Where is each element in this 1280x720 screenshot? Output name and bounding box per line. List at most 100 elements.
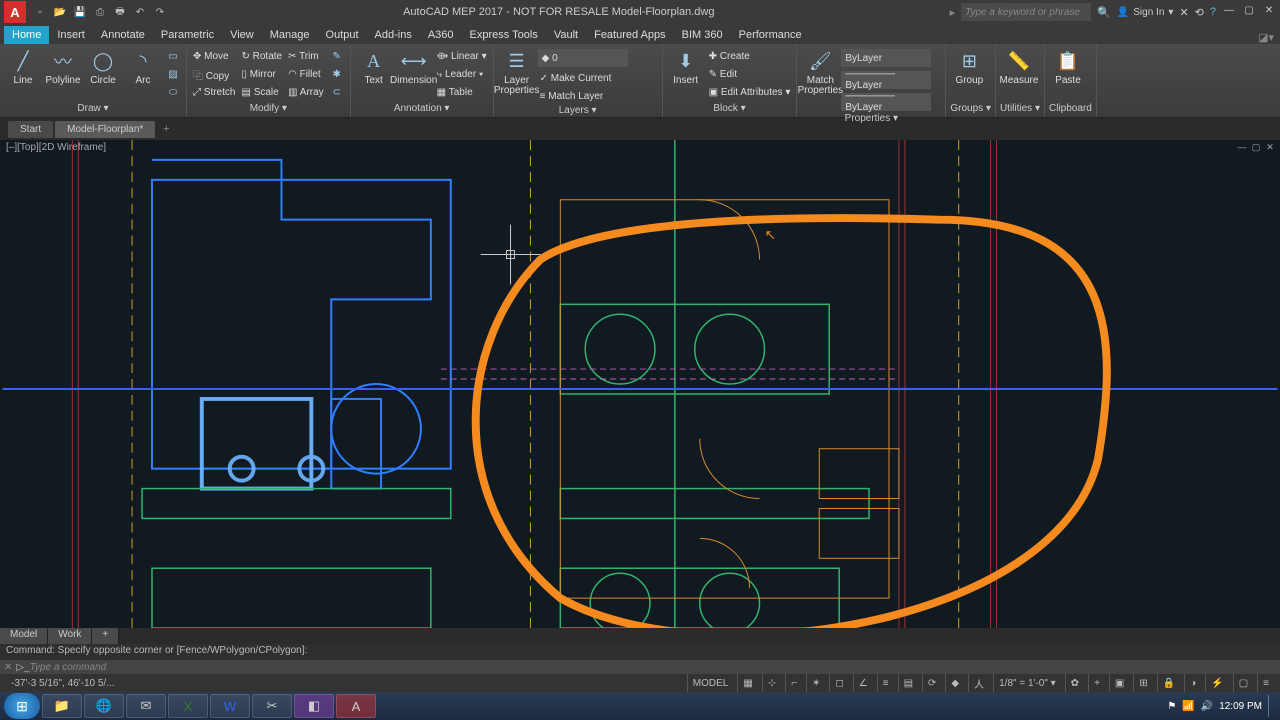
3dosnap-icon[interactable]: ◆ <box>945 674 964 692</box>
layout-tab-model[interactable]: Model <box>0 628 48 644</box>
signin-button[interactable]: 👤Sign In▾ <box>1117 7 1174 18</box>
arc-button[interactable]: ◝Arc <box>124 46 162 86</box>
close-cmd-icon[interactable]: ✕ <box>4 662 12 673</box>
otrack-icon[interactable]: ∠ <box>853 674 873 692</box>
panel-title-layers[interactable]: Layers ▾ <box>498 104 658 117</box>
taskbar-outlook[interactable]: ✉ <box>126 694 166 718</box>
taskbar-explorer[interactable]: 📁 <box>42 694 82 718</box>
line-button[interactable]: ╱Line <box>4 46 42 86</box>
text-button[interactable]: AText <box>355 46 393 86</box>
match-layer-button[interactable]: ≡ Match Layer <box>538 88 658 104</box>
leader-button[interactable]: ⤷ Leader ▾ <box>435 66 489 82</box>
layer-selector[interactable]: ◆ 0 <box>538 49 628 67</box>
ortho-icon[interactable]: ⌐ <box>785 674 802 692</box>
workspace-icon[interactable]: ✿ <box>1065 674 1084 692</box>
tray-volume-icon[interactable]: 🔊 <box>1201 701 1213 712</box>
tab-express[interactable]: Express Tools <box>462 26 546 44</box>
qat-saveas-icon[interactable]: ⎙ <box>92 4 108 20</box>
vp-min-icon[interactable]: — <box>1236 142 1248 154</box>
taskbar-app1[interactable]: ◧ <box>294 694 334 718</box>
taskbar-word[interactable]: W <box>210 694 250 718</box>
circle-button[interactable]: ◯Circle <box>84 46 122 86</box>
tab-manage[interactable]: Manage <box>262 26 318 44</box>
qat-save-icon[interactable]: 💾 <box>72 4 88 20</box>
osnap-icon[interactable]: ◻ <box>829 674 848 692</box>
tab-home[interactable]: Home <box>4 26 49 44</box>
tab-addins[interactable]: Add-ins <box>367 26 420 44</box>
taskbar-snip[interactable]: ✂ <box>252 694 292 718</box>
trim-button[interactable]: ✂ Trim <box>286 48 326 64</box>
scale-button[interactable]: ▤ Scale <box>239 84 284 100</box>
view-label[interactable]: [‒][Top][2D Wireframe] <box>6 142 106 153</box>
infocenter-chevron-icon[interactable]: ▸ <box>950 6 956 19</box>
tab-featured[interactable]: Featured Apps <box>586 26 674 44</box>
layout-tab-add[interactable]: + <box>92 628 119 644</box>
tab-insert[interactable]: Insert <box>49 26 93 44</box>
dyn-ucs-icon[interactable]: 人 <box>968 674 989 692</box>
dimension-button[interactable]: ⟷Dimension <box>395 46 433 86</box>
annotation-monitor-icon[interactable]: + <box>1088 674 1105 692</box>
fillet-button[interactable]: ◠ Fillet <box>286 66 326 82</box>
panel-title-modify[interactable]: Modify ▾ <box>191 102 346 115</box>
qat-new-icon[interactable]: ▫ <box>32 4 48 20</box>
model-space-button[interactable]: MODEL <box>687 674 734 692</box>
panel-title-clipboard[interactable]: Clipboard <box>1049 102 1092 115</box>
quick-props-icon[interactable]: ⊞ <box>1133 674 1152 692</box>
vp-max-icon[interactable]: ▢ <box>1250 142 1262 154</box>
rectangle-button[interactable]: ▭ <box>164 48 182 64</box>
help-icon[interactable]: ? <box>1210 6 1216 18</box>
cycling-icon[interactable]: ⟳ <box>922 674 941 692</box>
units-icon[interactable]: ▣ <box>1109 674 1129 692</box>
grid-icon[interactable]: ▦ <box>737 674 757 692</box>
rotate-button[interactable]: ↻ Rotate <box>239 48 284 64</box>
insert-button[interactable]: ⬇Insert <box>667 46 705 86</box>
tab-parametric[interactable]: Parametric <box>153 26 222 44</box>
drawing-area[interactable]: [‒][Top][2D Wireframe] — ▢ ✕ <box>0 140 1280 628</box>
qat-undo-icon[interactable]: ↶ <box>132 4 148 20</box>
annotation-scale[interactable]: 1/8" = 1'-0" ▾ <box>993 674 1061 692</box>
linear-button[interactable]: ⟴ Linear ▾ <box>435 48 489 64</box>
table-button[interactable]: ▦ Table <box>435 84 489 100</box>
make-current-button[interactable]: ✓ Make Current <box>538 70 658 86</box>
polyline-button[interactable]: 〰Polyline <box>44 46 82 86</box>
explode-button[interactable]: ✱ <box>328 66 346 82</box>
ribbon-collapse-icon[interactable]: ◪▾ <box>1258 31 1274 44</box>
match-properties-button[interactable]: 🖌Match Properties <box>801 46 839 96</box>
taskbar-excel[interactable]: X <box>168 694 208 718</box>
isolate-icon[interactable]: ◑ <box>1184 674 1201 692</box>
measure-button[interactable]: 📏Measure <box>1000 46 1038 86</box>
panel-title-properties[interactable]: Properties ▾ <box>801 112 941 125</box>
qat-redo-icon[interactable]: ↷ <box>152 4 168 20</box>
panel-title-annotation[interactable]: Annotation ▾ <box>355 102 489 115</box>
search-icon[interactable]: 🔍 <box>1097 6 1111 19</box>
close-button[interactable]: ✕ <box>1262 5 1276 19</box>
tab-view[interactable]: View <box>222 26 262 44</box>
minimize-button[interactable]: — <box>1222 5 1236 19</box>
lineweight-icon[interactable]: ≡ <box>877 674 894 692</box>
file-tab-add[interactable]: + <box>157 120 175 138</box>
layout-tab-work[interactable]: Work <box>48 628 92 644</box>
tab-output[interactable]: Output <box>318 26 367 44</box>
layer-properties-button[interactable]: ☰Layer Properties <box>498 46 536 96</box>
stretch-button[interactable]: ⤢ Stretch <box>191 84 237 100</box>
vp-close-icon[interactable]: ✕ <box>1264 142 1276 154</box>
tray-clock[interactable]: 12:09 PM <box>1219 701 1262 712</box>
tab-bim360[interactable]: BIM 360 <box>674 26 731 44</box>
panel-title-draw[interactable]: Draw ▾ <box>4 102 182 115</box>
edit-attrs-button[interactable]: ▣ Edit Attributes ▾ <box>707 84 793 100</box>
ellipse-button[interactable]: ⬭ <box>164 84 182 100</box>
move-button[interactable]: ✥ Move <box>191 48 237 64</box>
lineweight-selector[interactable]: ─────── ByLayer <box>841 71 931 89</box>
exchange-icon[interactable]: ✕ <box>1179 6 1188 19</box>
panel-title-groups[interactable]: Groups ▾ <box>950 102 991 115</box>
file-tab-start[interactable]: Start <box>8 121 53 138</box>
search-input[interactable]: Type a keyword or phrase <box>961 3 1091 21</box>
snap-icon[interactable]: ⊹ <box>762 674 781 692</box>
taskbar-autocad[interactable]: A <box>336 694 376 718</box>
app-icon[interactable]: A <box>4 1 26 23</box>
copy-button[interactable]: ⿻ Copy <box>191 66 237 82</box>
tab-vault[interactable]: Vault <box>546 26 586 44</box>
edit-block-button[interactable]: ✎ Edit <box>707 66 793 82</box>
hatch-button[interactable]: ▨ <box>164 66 182 82</box>
lock-ui-icon[interactable]: 🔒 <box>1157 674 1180 692</box>
